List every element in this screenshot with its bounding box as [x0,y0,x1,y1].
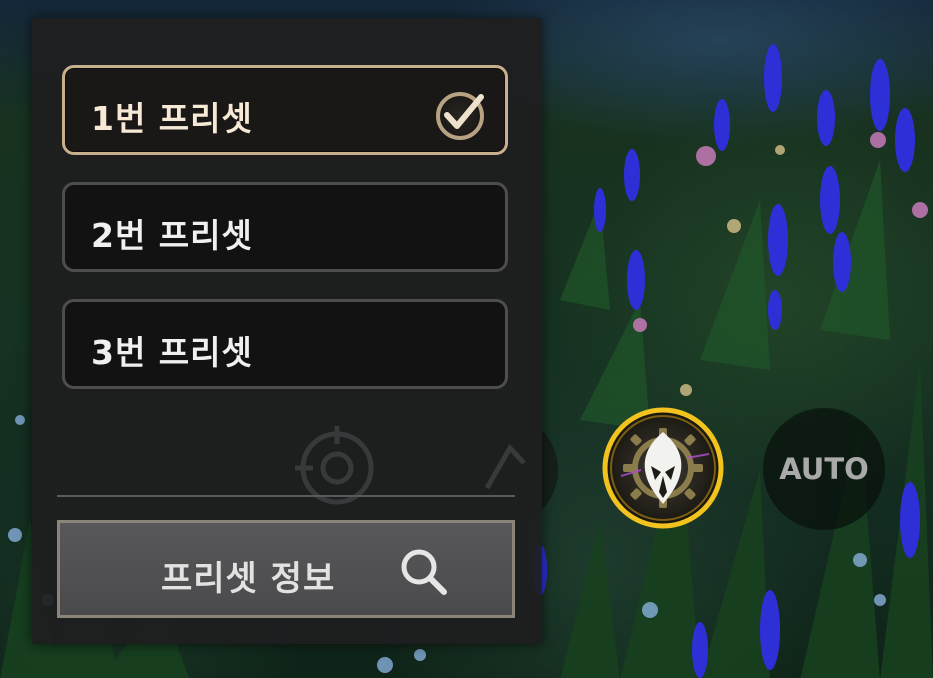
preset-label: 2번 프리셋 [91,216,253,255]
auto-label: AUTO [779,452,869,486]
preset-label: 1번 프리셋 [91,99,253,138]
hero-skill-button[interactable] [601,406,725,530]
game-screen: 1번 프리셋 2번 프리셋 3번 프리셋 프리셋 정보 AUTO [0,0,933,678]
auto-button[interactable]: AUTO [763,408,885,530]
preset-info-label: 프리셋 정보 [161,559,336,599]
preset-panel: 1번 프리셋 2번 프리셋 3번 프리셋 프리셋 정보 [32,18,542,644]
search-icon [401,549,447,595]
preset-label: 3번 프리셋 [91,333,253,372]
preset-item-3[interactable]: 3번 프리셋 [62,299,508,389]
preset-item-1[interactable]: 1번 프리셋 [62,65,508,155]
checkmark-icon [436,92,484,140]
preset-info-button[interactable]: 프리셋 정보 [57,520,515,618]
divider [57,495,515,497]
preset-item-2[interactable]: 2번 프리셋 [62,182,508,272]
